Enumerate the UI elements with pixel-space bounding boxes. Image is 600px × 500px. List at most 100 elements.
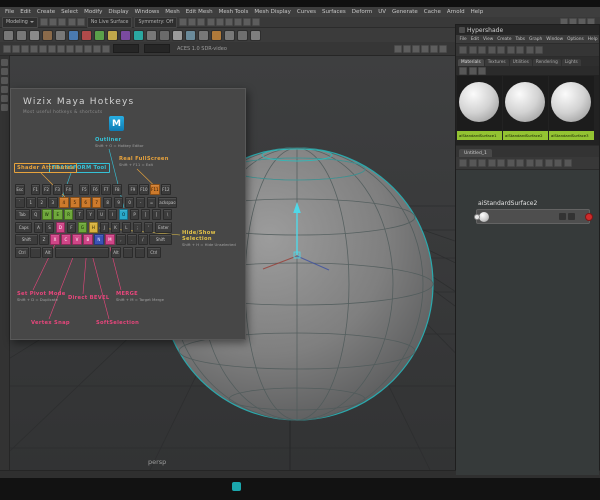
key-f7[interactable]: F7 [101, 184, 111, 195]
menu-curves[interactable]: Curves [294, 7, 319, 17]
key-n[interactable]: N [94, 234, 104, 246]
menu-help[interactable]: Help [468, 7, 487, 17]
scale-tool-icon[interactable] [1, 104, 8, 111]
key-x[interactable]: X [50, 234, 60, 246]
key-blank[interactable]: , [116, 234, 126, 246]
grid-display-icon[interactable] [12, 44, 20, 53]
poly-cone-icon[interactable] [68, 29, 79, 41]
key-blank[interactable]: ; [132, 221, 143, 233]
poly-sphere-icon[interactable] [3, 29, 14, 41]
key-caps[interactable]: Caps [15, 221, 33, 233]
save-scene-icon[interactable] [57, 18, 66, 26]
clear-graph-icon[interactable] [506, 159, 515, 167]
symmetry-dropdown[interactable]: Symmetry: Off [134, 16, 178, 28]
poly-superellipse-icon[interactable] [133, 29, 144, 41]
hypershade-menu-options[interactable]: Options [566, 37, 586, 42]
menu-mesh-display[interactable]: Mesh Display [251, 7, 294, 17]
additive-graph-icon[interactable] [525, 159, 534, 167]
key-alt[interactable]: Alt [110, 246, 122, 258]
screen-space-ao-icon[interactable] [66, 44, 74, 53]
sort-name-icon[interactable] [468, 46, 477, 54]
menu-modify[interactable]: Modify [81, 7, 105, 17]
select-tool-icon[interactable] [1, 59, 8, 66]
key-o[interactable]: O [118, 209, 129, 221]
rearrange-graph-icon[interactable] [516, 159, 524, 167]
key-u[interactable]: U [96, 209, 107, 221]
key-blank[interactable]: = [146, 196, 157, 208]
remove-from-graph-icon[interactable] [497, 159, 505, 167]
key-y[interactable]: Y [85, 209, 96, 221]
poly-pipe-icon[interactable] [159, 29, 170, 41]
menu-set-dropdown[interactable]: Modeling [2, 16, 38, 28]
zoom-in-icon[interactable] [544, 159, 553, 167]
key-blank[interactable]: . [127, 234, 137, 246]
snap-view-plane-icon[interactable] [243, 18, 252, 26]
key-f10[interactable]: F10 [139, 184, 149, 195]
snap-grid-icon[interactable] [207, 18, 216, 26]
key-shift[interactable]: Shift [149, 234, 172, 246]
shaded-mode-icon[interactable] [30, 44, 38, 53]
key-d[interactable]: D [55, 221, 66, 233]
material-swatch-aistandardsurface1[interactable]: aiStandardSurface1 [457, 76, 502, 140]
output-port[interactable] [585, 213, 593, 221]
key-f3[interactable]: F3 [52, 184, 63, 195]
poly-prism-icon[interactable] [172, 29, 183, 41]
redo-icon[interactable] [76, 18, 85, 26]
poly-soccerball-icon[interactable] [107, 29, 118, 41]
key-1[interactable]: 1 [25, 196, 36, 208]
new-scene-icon[interactable] [39, 18, 48, 26]
nurbs-cube-icon[interactable] [211, 29, 222, 41]
key-shift[interactable]: Shift [15, 234, 38, 246]
key-ctrl[interactable]: Ctrl [146, 246, 161, 258]
material-swatch-aistandardsurface3[interactable]: aiStandardSurface3 [549, 76, 594, 140]
swatch-size-icon[interactable] [478, 66, 486, 75]
poly-torus-icon[interactable] [55, 29, 66, 41]
extrude-icon[interactable] [237, 29, 248, 41]
key-c[interactable]: C [61, 234, 71, 246]
anti-aliasing-icon[interactable] [84, 44, 92, 53]
key-h[interactable]: H [88, 221, 99, 233]
key-j[interactable]: J [99, 221, 110, 233]
node-graph[interactable]: aiStandardSurface2 [456, 170, 599, 475]
key-f4[interactable]: F4 [63, 184, 74, 195]
swatch-view-icon[interactable] [497, 46, 505, 54]
key-0[interactable]: 0 [124, 196, 135, 208]
menu-create[interactable]: Create [34, 7, 58, 17]
filter-materials-icon[interactable] [516, 46, 524, 54]
hypershade-menu-tabs[interactable]: Tabs [514, 37, 527, 42]
work-area-tab[interactable]: Untitled_1 [459, 149, 492, 157]
menu-arnold[interactable]: Arnold [444, 7, 468, 17]
key-3[interactable]: 3 [47, 196, 58, 208]
key-6[interactable]: 6 [80, 196, 91, 208]
wireframe-mode-icon[interactable] [21, 44, 29, 53]
resolution-gate-icon[interactable] [430, 44, 438, 53]
key-i[interactable]: I [107, 209, 118, 221]
search-field-icon[interactable] [468, 66, 477, 75]
key-blank[interactable]: [ [140, 209, 151, 221]
hypershade-menu-view[interactable]: View [482, 37, 495, 42]
menu-select[interactable]: Select [58, 7, 81, 17]
key-f6[interactable]: F6 [90, 184, 100, 195]
input-field-2[interactable] [144, 44, 170, 53]
menu-file[interactable]: File [2, 7, 17, 17]
multi-cut-icon[interactable] [250, 29, 261, 41]
key-tab[interactable]: Tab [15, 209, 30, 221]
menu-edit-mesh[interactable]: Edit Mesh [183, 7, 216, 17]
hypershade-menu-graph[interactable]: Graph [528, 37, 544, 42]
key-f[interactable]: F [66, 221, 77, 233]
move-tool-icon[interactable] [1, 86, 8, 93]
poly-helix-icon[interactable] [146, 29, 157, 41]
menu-generate[interactable]: Generate [389, 7, 421, 17]
hypershade-menu-edit[interactable]: Edit [469, 37, 480, 42]
key-blank[interactable]: / [138, 234, 148, 246]
key-ctrl[interactable]: Ctrl [15, 246, 29, 258]
key-w[interactable]: W [41, 209, 52, 221]
key-blank[interactable] [30, 246, 42, 258]
key-e[interactable]: E [52, 209, 63, 221]
isolate-select-icon[interactable] [102, 44, 110, 53]
select-component-icon[interactable] [197, 18, 206, 26]
menu-edit[interactable]: Edit [17, 7, 34, 17]
key-r[interactable]: R [63, 209, 74, 221]
hypershade-tab-rendering[interactable]: Rendering [532, 59, 561, 66]
pin-browser-icon[interactable] [535, 46, 543, 54]
